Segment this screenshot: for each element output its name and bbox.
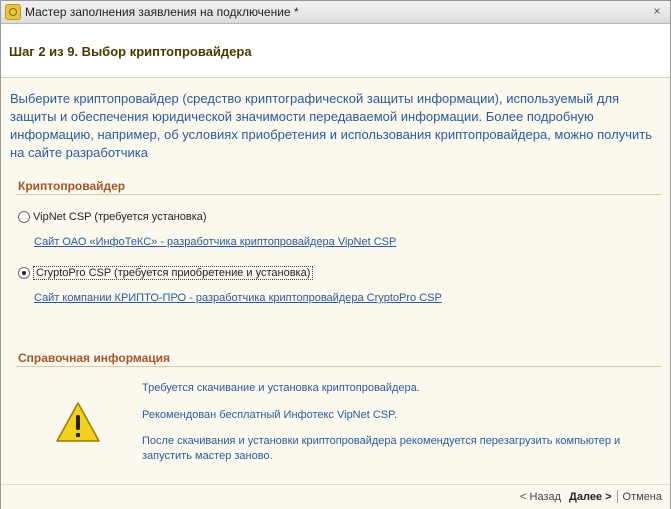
provider-group-divider <box>16 194 661 195</box>
divider <box>616 490 618 503</box>
next-button[interactable]: Далее > <box>569 491 612 503</box>
back-button[interactable]: < Назад <box>520 491 561 503</box>
radio-cryptopro[interactable]: CryptoPro CSP (требуется приобретение и … <box>18 266 314 280</box>
step-title: Шаг 2 из 9. Выбор криптопровайдера <box>9 44 252 59</box>
reference-group-title: Справочная информация <box>18 351 171 365</box>
reference-group-divider <box>16 366 661 367</box>
radio-vipnet[interactable]: VipNet CSP (требуется установка) <box>18 211 207 223</box>
app-icon <box>5 4 21 20</box>
radio-label-vipnet: VipNet CSP (требуется установка) <box>33 211 207 223</box>
footer-bar: < Назад Далее > Отмена <box>1 484 670 509</box>
cancel-button[interactable]: Отмена <box>623 491 662 503</box>
link-vipnet-site[interactable]: Сайт ОАО «ИнфоТеКС» - разработчика крипт… <box>34 236 396 248</box>
radio-button-vipnet[interactable] <box>18 211 30 223</box>
info-line-1: Требуется скачивание и установка криптоп… <box>142 382 420 394</box>
radio-label-cryptopro: CryptoPro CSP (требуется приобретение и … <box>33 266 314 280</box>
close-icon[interactable]: × <box>648 3 666 20</box>
footer-buttons: < Назад Далее > Отмена <box>520 490 662 503</box>
step-header: Шаг 2 из 9. Выбор криптопровайдера <box>1 24 670 78</box>
link-cryptopro-site[interactable]: Сайт компании КРИПТО-ПРО - разработчика … <box>34 292 442 304</box>
warning-icon <box>56 402 100 442</box>
radio-button-cryptopro[interactable] <box>18 267 30 279</box>
window-title: Мастер заполнения заявления на подключен… <box>25 5 299 19</box>
info-line-3: После скачивания и установки криптопрова… <box>142 435 621 462</box>
intro-text: Выберите криптопровайдер (средство крипт… <box>10 91 652 160</box>
info-line-2: Рекомендован бесплатный Инфотекс VipNet … <box>142 409 398 421</box>
wizard-window: Мастер заполнения заявления на подключен… <box>0 0 671 509</box>
title-bar: Мастер заполнения заявления на подключен… <box>1 1 670 24</box>
provider-group-title: Криптопровайдер <box>18 179 126 193</box>
